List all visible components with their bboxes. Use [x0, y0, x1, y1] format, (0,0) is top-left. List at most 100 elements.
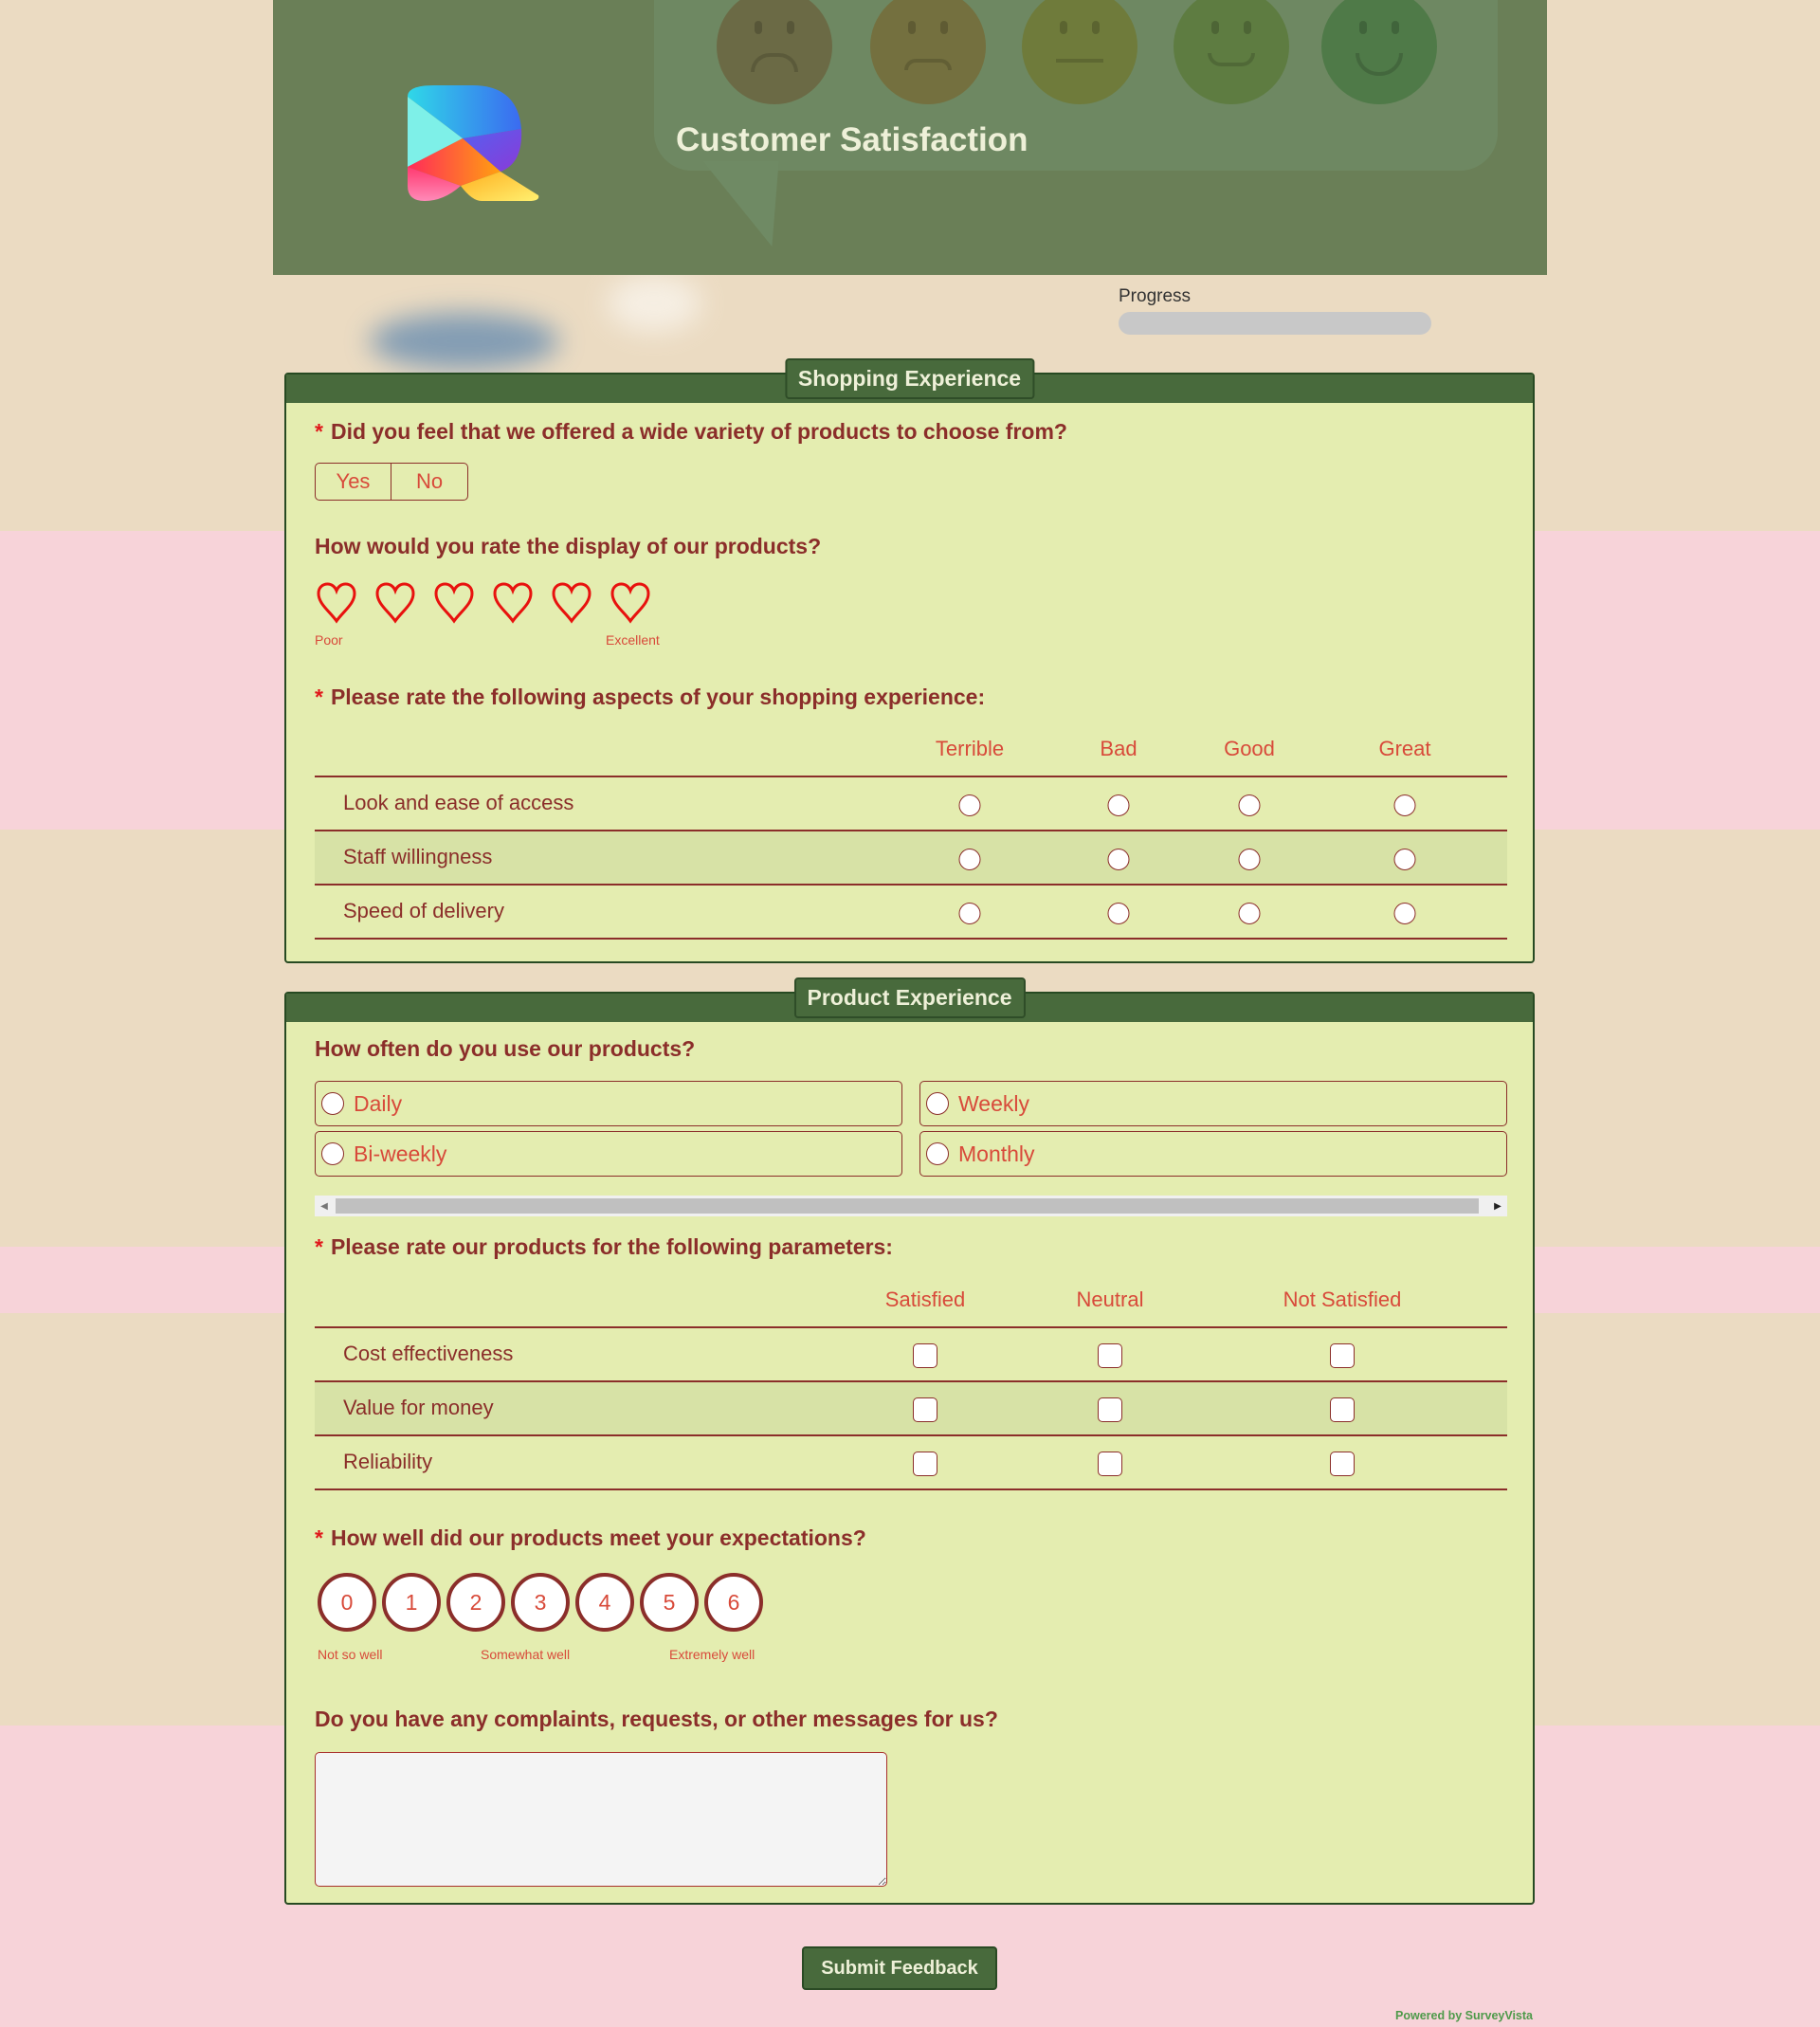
radio-button[interactable] — [926, 1142, 949, 1165]
column-header: Bad — [1100, 737, 1138, 760]
heart-rating — [315, 581, 652, 625]
scrollbar-thumb[interactable] — [336, 1198, 1479, 1214]
radio-button[interactable] — [1393, 794, 1416, 816]
progress-bar — [1119, 312, 1431, 335]
scale-mid-label: Somewhat well — [481, 1647, 571, 1662]
radio-button[interactable] — [1393, 849, 1416, 870]
scale-option-0[interactable]: 0 — [318, 1573, 376, 1632]
speech-bubble-tail — [702, 161, 810, 247]
row-label: Staff willingness — [343, 845, 493, 868]
background-illustration — [370, 313, 559, 370]
submit-feedback-button[interactable]: Submit Feedback — [802, 1946, 997, 1990]
option-bi-weekly[interactable]: Bi-weekly — [315, 1131, 902, 1177]
radio-button[interactable] — [1238, 849, 1261, 870]
question-expectations-title: * How well did our products meet your exp… — [315, 1525, 866, 1551]
heart-icon[interactable] — [491, 581, 535, 625]
checkbox[interactable] — [913, 1452, 937, 1476]
radio-button[interactable] — [1238, 794, 1261, 816]
rating-min-label: Poor — [315, 632, 343, 648]
option-label: Monthly — [958, 1141, 1035, 1166]
section-shopping-experience: Shopping Experience * Did you feel that w… — [284, 358, 1535, 963]
scale-option-1[interactable]: 1 — [382, 1573, 441, 1632]
checkbox[interactable] — [1098, 1343, 1122, 1368]
question-parameters-title: * Please rate our products for the follow… — [315, 1234, 893, 1260]
question-text: Please rate our products for the followi… — [330, 1234, 893, 1259]
row-label: Speed of delivery — [343, 899, 504, 922]
expectation-scale: 0123456 — [318, 1573, 763, 1632]
progress-label: Progress — [1119, 286, 1192, 306]
heart-icon[interactable] — [373, 581, 417, 625]
radio-button[interactable] — [958, 849, 981, 870]
messages-textarea[interactable] — [315, 1752, 887, 1887]
scale-option-3[interactable]: 3 — [511, 1573, 570, 1632]
row-label: Value for money — [343, 1396, 494, 1419]
heart-icon[interactable] — [432, 581, 476, 625]
column-header: Terrible — [935, 737, 1005, 760]
checkbox[interactable] — [913, 1397, 937, 1422]
heart-icon[interactable] — [609, 581, 652, 625]
option-label: Bi-weekly — [354, 1141, 447, 1166]
column-header: Good — [1224, 737, 1275, 760]
question-text: Please rate the following aspects of you… — [330, 685, 986, 709]
checkbox[interactable] — [913, 1343, 937, 1368]
scale-max-label: Extremely well — [669, 1647, 755, 1662]
matrix-row: Value for money — [315, 1382, 1507, 1436]
no-option-button[interactable]: No — [391, 464, 467, 500]
row-label: Look and ease of access — [343, 791, 574, 814]
column-header: Satisfied — [884, 1287, 966, 1311]
matrix-header: Satisfied Neutral Not Satisfied — [315, 1274, 1507, 1328]
row-label: Cost effectiveness — [343, 1342, 514, 1365]
scale-option-5[interactable]: 5 — [640, 1573, 699, 1632]
option-monthly[interactable]: Monthly — [919, 1131, 1507, 1177]
horizontal-scrollbar[interactable]: ◀ ▶ — [315, 1196, 1507, 1216]
option-weekly[interactable]: Weekly — [919, 1081, 1507, 1126]
option-label: Weekly — [958, 1090, 1029, 1116]
question-text: How well did our products meet your expe… — [330, 1525, 866, 1550]
radio-button[interactable] — [1107, 849, 1130, 870]
scale-option-4[interactable]: 4 — [575, 1573, 634, 1632]
scroll-left-arrow-icon[interactable]: ◀ — [315, 1196, 334, 1216]
section-title: Product Experience — [793, 977, 1026, 1018]
column-header: Not Satisfied — [1283, 1287, 1402, 1311]
question-aspects-title: * Please rate the following aspects of yo… — [315, 685, 985, 710]
radio-button[interactable] — [321, 1142, 344, 1165]
scale-option-2[interactable]: 2 — [446, 1573, 505, 1632]
radio-button[interactable] — [958, 903, 981, 924]
scale-option-6[interactable]: 6 — [704, 1573, 763, 1632]
parameters-rating-matrix: Satisfied Neutral Not Satisfied Cost effect… — [315, 1274, 1507, 1490]
question-variety-title: * Did you feel that we offered a wide var… — [315, 419, 1067, 445]
radio-button[interactable] — [1238, 903, 1261, 924]
checkbox[interactable] — [1330, 1397, 1355, 1422]
yes-option-button[interactable]: Yes — [316, 464, 391, 500]
checkbox[interactable] — [1098, 1397, 1122, 1422]
radio-button[interactable] — [926, 1092, 949, 1115]
matrix-row: Cost effectiveness — [315, 1328, 1507, 1382]
section-title: Shopping Experience — [784, 358, 1035, 399]
radio-button[interactable] — [1393, 903, 1416, 924]
scroll-right-arrow-icon[interactable]: ▶ — [1488, 1196, 1507, 1216]
checkbox[interactable] — [1330, 1452, 1355, 1476]
checkbox[interactable] — [1330, 1343, 1355, 1368]
powered-by-link[interactable]: Powered by SurveyVista — [1395, 2009, 1533, 2022]
matrix-row: Speed of delivery — [315, 886, 1507, 940]
radio-button[interactable] — [1107, 903, 1130, 924]
question-display-title: How would you rate the display of our pr… — [315, 534, 822, 558]
required-marker: * — [315, 1234, 323, 1259]
radio-button[interactable] — [321, 1092, 344, 1115]
required-marker: * — [315, 685, 323, 709]
checkbox[interactable] — [1098, 1452, 1122, 1476]
radio-button[interactable] — [958, 794, 981, 816]
yes-no-toggle: Yes No — [315, 463, 468, 501]
question-messages-title: Do you have any complaints, requests, or… — [315, 1707, 998, 1731]
question-text: Did you feel that we offered a wide vari… — [330, 419, 1067, 444]
radio-button[interactable] — [1107, 794, 1130, 816]
column-header: Neutral — [1076, 1287, 1144, 1311]
survey-title: Customer Satisfaction — [676, 121, 1028, 158]
option-label: Daily — [354, 1090, 403, 1116]
question-frequency-title: How often do you use our products? — [315, 1036, 696, 1061]
heart-icon[interactable] — [315, 581, 358, 625]
required-marker: * — [315, 419, 323, 444]
option-daily[interactable]: Daily — [315, 1081, 902, 1126]
matrix-header: Terrible Bad Good Great — [315, 723, 1507, 777]
heart-icon[interactable] — [550, 581, 593, 625]
